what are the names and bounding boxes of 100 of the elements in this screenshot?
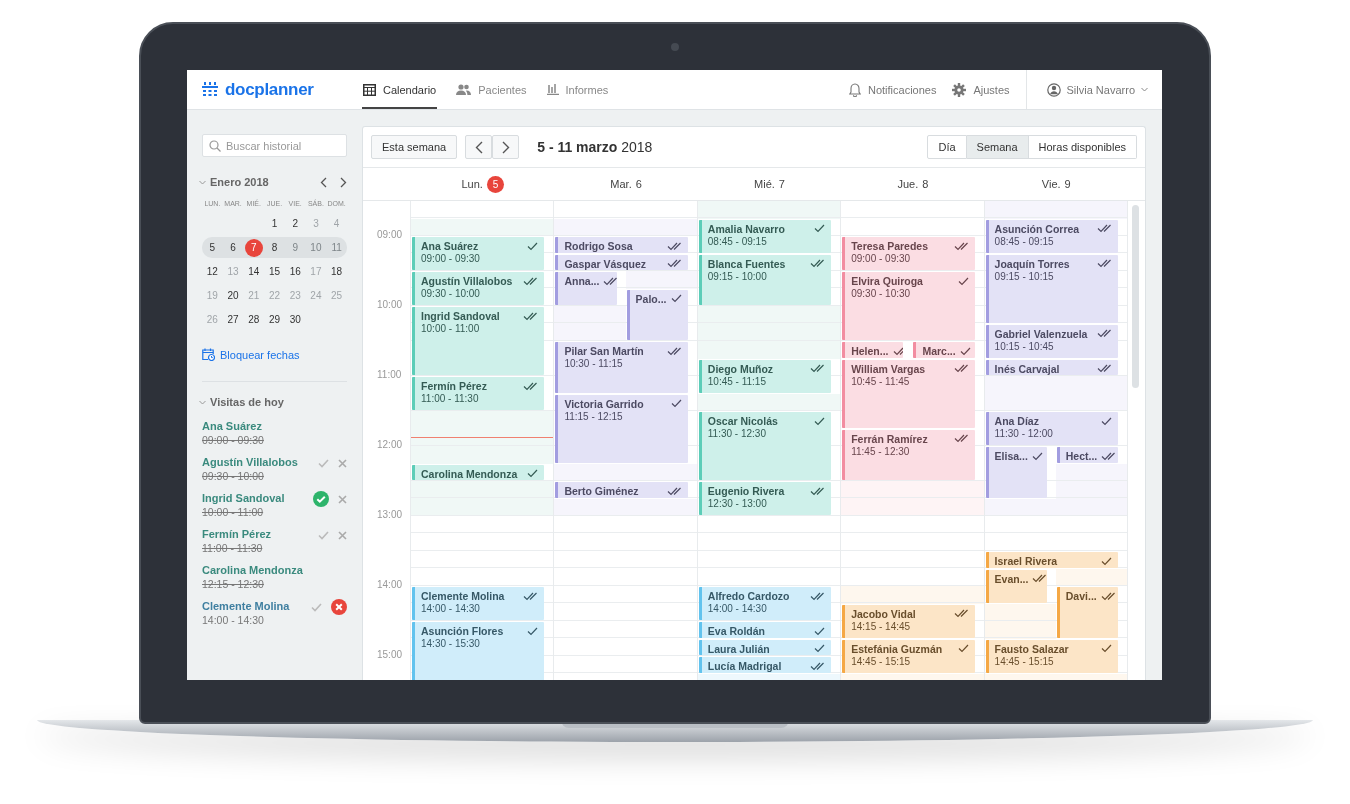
appointment-card[interactable]: Ana Díaz 11:30 - 12:00 [985, 412, 1118, 445]
appointment-card[interactable]: Rodrigo Sosa [555, 237, 688, 253]
calendar-day[interactable]: 15 [265, 262, 284, 281]
appointment-card[interactable]: Teresa Paredes 09:00 - 09:30 [842, 237, 975, 270]
calendar-day[interactable]: 28 [244, 310, 263, 329]
appointment-card[interactable]: Lucía Madrigal [698, 657, 832, 673]
calendar-day[interactable]: 18 [327, 262, 346, 281]
search-field[interactable]: Buscar historial [202, 134, 347, 157]
cancelled-x-icon[interactable] [331, 599, 347, 615]
appointment-card[interactable]: Jacobo Vidal 14:15 - 14:45 [842, 604, 975, 638]
confirmed-check-icon[interactable] [313, 491, 329, 507]
confirm-check-icon[interactable] [318, 458, 329, 468]
appointment-card[interactable]: Ingrid Sandoval 10:00 - 11:00 [412, 307, 545, 375]
confirm-check-icon[interactable] [311, 602, 322, 612]
view-tab[interactable]: Semana [966, 135, 1029, 159]
cancel-x-icon[interactable] [338, 494, 347, 504]
appointment-card[interactable]: Victoria Garrido 11:15 - 12:15 [555, 394, 688, 463]
appointment-card[interactable]: Ferrán Ramírez 11:45 - 12:30 [842, 429, 975, 480]
appointment-card[interactable]: Elisa... [985, 447, 1047, 498]
appointment-card[interactable]: Ana Suárez 09:00 - 09:30 [412, 237, 545, 270]
appointment-card[interactable]: Palo... [626, 289, 688, 340]
previous-month-icon[interactable] [320, 176, 327, 188]
appointment-card[interactable]: Laura Julián [698, 639, 832, 655]
appointment-card[interactable]: Oscar Nicolás 11:30 - 12:30 [698, 412, 832, 480]
calendar-day[interactable]: 6 [224, 238, 243, 257]
appointment-card[interactable]: Pilar San Martín 10:30 - 11:15 [555, 342, 688, 393]
appointment-card[interactable]: Asunción Flores 14:30 - 15:30 [412, 622, 545, 680]
appointment-card[interactable]: Elvira Quiroga 09:30 - 10:30 [842, 272, 975, 340]
calendar-day[interactable]: 7 [244, 238, 263, 257]
nav-tab[interactable]: Pacientes [455, 70, 528, 109]
appointment-time: 09:15 - 10:00 [707, 270, 768, 282]
appointment-card[interactable]: William Vargas 10:45 - 11:45 [842, 359, 975, 428]
calendar-day[interactable]: 27 [224, 310, 243, 329]
calendar-day[interactable]: 29 [265, 310, 284, 329]
appointment-card[interactable]: Clemente Molina 14:00 - 14:30 [412, 587, 545, 620]
calendar-day[interactable]: 30 [286, 310, 305, 329]
appointment-card[interactable]: Amalia Navarro 08:45 - 09:15 [698, 219, 832, 253]
appointment-card[interactable]: Anna... [555, 272, 617, 305]
appointment-card[interactable]: Diego Muñoz 10:45 - 11:15 [698, 359, 832, 393]
appointment-card[interactable]: Carolina Mendonza [412, 464, 545, 480]
nav-tab[interactable]: Informes [545, 70, 610, 109]
appointment-card[interactable]: Eugenio Rivera 12:30 - 13:00 [698, 482, 832, 515]
calendar-day[interactable]: 16 [286, 262, 305, 281]
patient-name: Ana Díaz [994, 415, 1039, 427]
visit-time: 11:00 - 11:30 [202, 542, 264, 554]
appointment-time: 11:00 - 11:30 [421, 393, 480, 404]
patient-name[interactable]: Clemente Molina [202, 600, 290, 612]
appointment-card[interactable]: Israel Rivera [985, 552, 1118, 568]
calendar-day[interactable]: 1 [265, 214, 284, 233]
notifications-link[interactable]: Notificaciones [848, 82, 937, 97]
scrollbar[interactable] [1132, 205, 1139, 388]
calendar-day[interactable]: 5 [203, 238, 222, 257]
appointment-time: 11:30 - 12:30 [707, 428, 767, 439]
user-menu[interactable]: Silvia Navarro [1025, 70, 1162, 109]
appointment-card[interactable]: Eva Roldán [698, 622, 832, 638]
calendar-day[interactable]: 2 [286, 214, 305, 233]
appointment-card[interactable]: Fermín Pérez 11:00 - 11:30 [412, 377, 545, 410]
appointment-time: 08:45 - 09:15 [994, 235, 1055, 247]
appointment-card[interactable]: Joaquín Torres 09:15 - 10:15 [985, 254, 1118, 323]
appointment-card[interactable]: Estefánia Guzmán 14:45 - 15:15 [842, 639, 975, 673]
appointment-card[interactable]: Davi... [1056, 587, 1118, 638]
block-dates-link[interactable]: Bloquear fechas [202, 348, 347, 361]
appointment-card[interactable]: Blanca Fuentes 09:15 - 10:00 [698, 254, 832, 305]
appointment-card[interactable]: Inés Carvajal [985, 359, 1118, 375]
calendar-day[interactable]: 8 [265, 238, 284, 257]
appointment-card[interactable]: Helen... [842, 342, 904, 358]
confirm-check-icon[interactable] [318, 530, 329, 540]
calendar-day[interactable]: 14 [244, 262, 263, 281]
appointment-card[interactable]: Asunción Correa 08:45 - 09:15 [985, 219, 1118, 253]
settings-icon [952, 82, 967, 97]
cancel-x-icon[interactable] [338, 458, 347, 468]
calendar-day[interactable]: 12 [203, 262, 222, 281]
view-tab[interactable]: Día [927, 135, 967, 159]
patient-name: Diego Muñoz [707, 362, 774, 375]
appointment-card[interactable]: Fausto Salazar 14:45 - 15:15 [985, 639, 1118, 673]
logo[interactable]: docplanner [225, 79, 314, 100]
previous-week-button[interactable] [465, 135, 493, 159]
appointment-card[interactable]: Evan... [985, 569, 1047, 603]
appointment-card[interactable]: Hect... [1056, 447, 1118, 463]
calendar-day[interactable]: 20 [224, 286, 243, 305]
appointment-card[interactable]: Gaspar Vásquez [555, 254, 688, 270]
collapse-chevron-icon[interactable] [199, 399, 206, 405]
appointment-card[interactable]: Alfredo Cardozo 14:00 - 14:30 [698, 587, 832, 620]
this-week-button[interactable]: Esta semana [371, 135, 458, 159]
patient-name: Berto Giménez [564, 485, 639, 497]
appointment-card[interactable]: Marc... [913, 342, 975, 358]
appointment-card[interactable]: Berto Giménez [555, 482, 688, 498]
appointment-card[interactable]: Gabriel Valenzuela 10:15 - 10:45 [985, 324, 1118, 358]
collapse-chevron-icon[interactable] [199, 179, 206, 185]
next-week-button[interactable] [492, 135, 520, 159]
cancel-x-icon[interactable] [338, 530, 347, 540]
settings-link[interactable]: Ajustes [952, 82, 1010, 97]
patient-name[interactable]: Ana Suárez [202, 420, 264, 432]
patient-name[interactable]: Agustín Villalobos [202, 456, 298, 468]
view-tab[interactable]: Horas disponibles [1028, 135, 1137, 159]
appointment-card[interactable]: Agustín Villalobos 09:30 - 10:00 [412, 272, 545, 305]
patient-name[interactable]: Ingrid Sandoval [202, 492, 285, 504]
patient-name[interactable]: Fermín Pérez [202, 528, 272, 540]
next-month-icon[interactable] [340, 176, 347, 188]
patient-name[interactable]: Carolina Mendonza [202, 564, 303, 576]
